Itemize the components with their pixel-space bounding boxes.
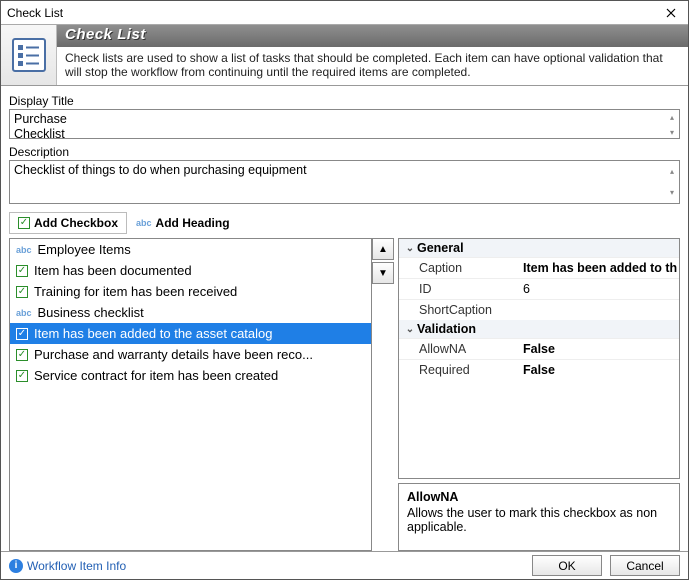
- banner-heading: Check List: [57, 25, 688, 47]
- property-category[interactable]: ⌄General: [399, 239, 679, 257]
- property-name: ShortCaption: [399, 300, 519, 320]
- checkbox-icon: ✓: [16, 328, 28, 340]
- property-value[interactable]: 6: [519, 279, 679, 299]
- workflow-info-label: Workflow Item Info: [27, 559, 126, 573]
- list-item-label: Service contract for item has been creat…: [34, 368, 278, 383]
- display-title-spinner[interactable]: ▴▾: [665, 110, 679, 138]
- abc-icon: abc: [16, 245, 32, 255]
- list-item-label: Purchase and warranty details have been …: [34, 347, 313, 362]
- property-category[interactable]: ⌄Validation: [399, 320, 679, 338]
- workflow-info-link[interactable]: i Workflow Item Info: [9, 559, 524, 573]
- property-row[interactable]: CaptionItem has been added to th: [399, 257, 679, 278]
- banner: Check List Check lists are used to show …: [1, 25, 688, 86]
- cancel-button[interactable]: Cancel: [610, 555, 680, 576]
- move-up-button[interactable]: ▲: [372, 238, 394, 260]
- help-title: AllowNA: [407, 490, 671, 504]
- list-item-label: Item has been documented: [34, 263, 192, 278]
- description-label: Description: [9, 145, 680, 159]
- display-title-label: Display Title: [9, 94, 680, 108]
- spinner-up-icon: ▴: [665, 161, 679, 182]
- add-checkbox-button[interactable]: ✓ Add Checkbox: [9, 212, 127, 234]
- property-row[interactable]: ShortCaption: [399, 299, 679, 320]
- spinner-down-icon: ▾: [665, 125, 679, 139]
- checklist-icon: [9, 35, 49, 75]
- property-name: ID: [399, 279, 519, 299]
- close-button[interactable]: [660, 4, 682, 22]
- close-icon: [666, 8, 676, 18]
- checkbox-icon: ✓: [16, 349, 28, 361]
- property-row[interactable]: AllowNAFalse: [399, 338, 679, 359]
- display-title-value: Purchase Checklist: [14, 112, 67, 139]
- ok-button[interactable]: OK: [532, 555, 602, 576]
- property-value[interactable]: Item has been added to th: [519, 258, 679, 278]
- property-name: AllowNA: [399, 339, 519, 359]
- description-value: Checklist of things to do when purchasin…: [14, 163, 307, 177]
- checkbox-icon: ✓: [16, 286, 28, 298]
- add-heading-label: Add Heading: [156, 216, 230, 230]
- list-item-label: Training for item has been received: [34, 284, 237, 299]
- property-row[interactable]: ID6: [399, 278, 679, 299]
- category-name: General: [417, 241, 464, 255]
- display-title-input[interactable]: Purchase Checklist ▴▾: [9, 109, 680, 139]
- checkbox-icon: ✓: [18, 217, 30, 229]
- list-item[interactable]: ✓ Item has been documented: [10, 260, 371, 281]
- list-item-label: Item has been added to the asset catalog: [34, 326, 273, 341]
- titlebar: Check List: [1, 1, 688, 25]
- list-item-label: Business checklist: [38, 305, 144, 320]
- expand-icon: ⌄: [403, 243, 417, 254]
- list-item-label: Employee Items: [38, 242, 131, 257]
- property-grid[interactable]: ⌄GeneralCaptionItem has been added to th…: [398, 238, 680, 479]
- spinner-up-icon: ▴: [665, 110, 679, 125]
- category-name: Validation: [417, 322, 476, 336]
- abc-icon: abc: [16, 308, 32, 318]
- add-checkbox-label: Add Checkbox: [34, 216, 118, 230]
- spinner-down-icon: ▾: [665, 182, 679, 203]
- property-name: Required: [399, 360, 519, 380]
- description-input[interactable]: Checklist of things to do when purchasin…: [9, 160, 680, 204]
- property-value[interactable]: False: [519, 360, 679, 380]
- banner-description: Check lists are used to show a list of t…: [57, 47, 688, 85]
- dialog-window: Check List Check List Check lists are us…: [0, 0, 689, 580]
- list-heading[interactable]: abc Employee Items: [10, 239, 371, 260]
- help-text: Allows the user to mark this checkbox as…: [407, 506, 671, 534]
- window-title: Check List: [7, 6, 63, 20]
- property-name: Caption: [399, 258, 519, 278]
- add-heading-button[interactable]: abc Add Heading: [127, 212, 239, 234]
- property-row[interactable]: RequiredFalse: [399, 359, 679, 380]
- description-spinner[interactable]: ▴▾: [665, 161, 679, 203]
- banner-icon: [1, 25, 57, 85]
- property-help: AllowNA Allows the user to mark this che…: [398, 483, 680, 551]
- list-heading[interactable]: abc Business checklist: [10, 302, 371, 323]
- checkbox-icon: ✓: [16, 370, 28, 382]
- abc-icon: abc: [136, 218, 152, 228]
- list-item[interactable]: ✓ Purchase and warranty details have been…: [10, 344, 371, 365]
- list-item[interactable]: ✓ Item has been added to the asset catalo…: [10, 323, 371, 344]
- footer: i Workflow Item Info OK Cancel: [1, 551, 688, 579]
- list-item[interactable]: ✓ Training for item has been received: [10, 281, 371, 302]
- expand-icon: ⌄: [403, 324, 417, 335]
- property-value[interactable]: [519, 300, 679, 320]
- checklist-items[interactable]: abc Employee Items ✓ Item has been document…: [9, 238, 372, 551]
- info-icon: i: [9, 559, 23, 573]
- checkbox-icon: ✓: [16, 265, 28, 277]
- toolbar: ✓ Add Checkbox abc Add Heading: [9, 212, 680, 234]
- list-item[interactable]: ✓ Service contract for item has been crea…: [10, 365, 371, 386]
- property-value[interactable]: False: [519, 339, 679, 359]
- move-down-button[interactable]: ▼: [372, 262, 394, 284]
